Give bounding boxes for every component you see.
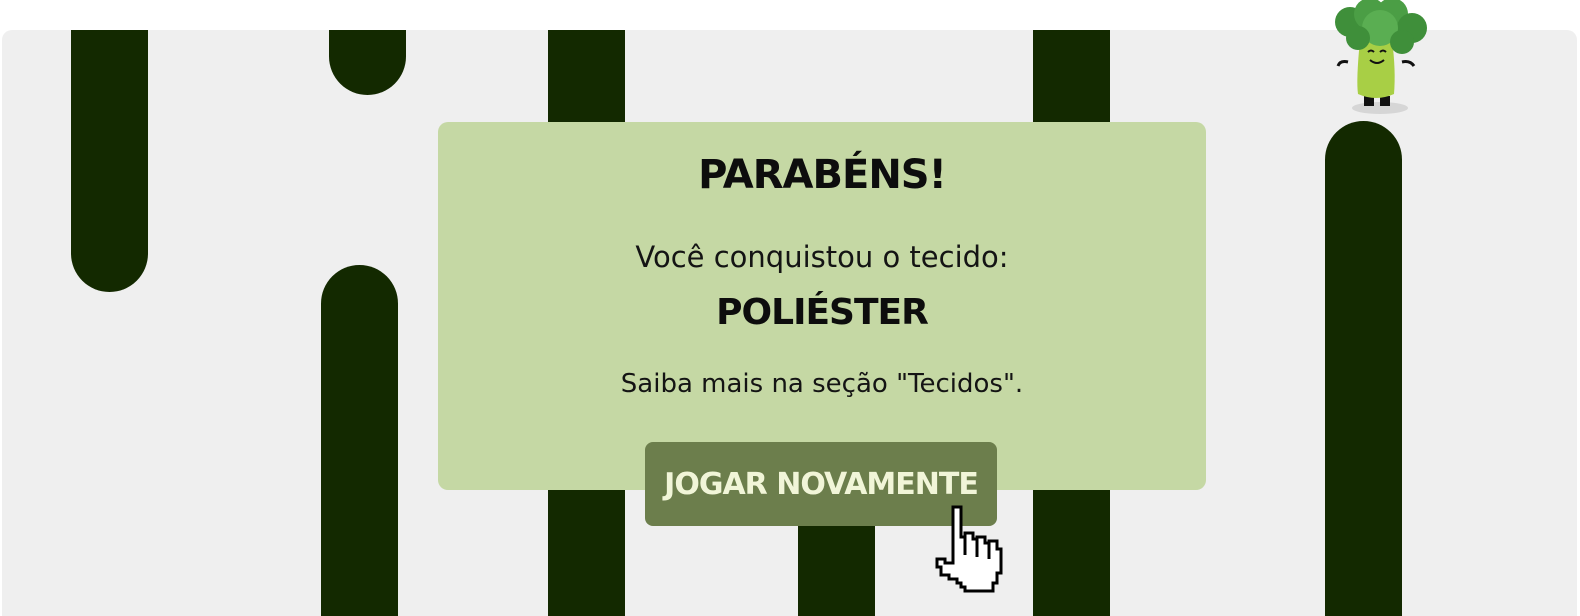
pipe-obstacle — [329, 30, 406, 95]
pipe-obstacle — [548, 480, 625, 616]
pipe-obstacle — [548, 30, 625, 130]
pipe-obstacle — [1325, 121, 1402, 616]
pipe-obstacle — [1033, 30, 1110, 130]
fabric-name: POLIÉSTER — [716, 292, 929, 333]
modal-subtitle: Você conquistou o tecido: — [635, 240, 1009, 274]
pipe-obstacle — [321, 265, 398, 616]
modal-title: PARABÉNS! — [698, 152, 947, 198]
pipe-obstacle — [71, 30, 148, 292]
broccoli-mascot-icon — [1335, 0, 1427, 114]
modal-hint: Saiba mais na seção "Tecidos". — [620, 369, 1024, 399]
pipe-obstacle — [1033, 480, 1110, 616]
pointer-hand-icon — [935, 505, 1003, 593]
victory-modal: PARABÉNS! Você conquistou o tecido: POLI… — [438, 122, 1206, 490]
